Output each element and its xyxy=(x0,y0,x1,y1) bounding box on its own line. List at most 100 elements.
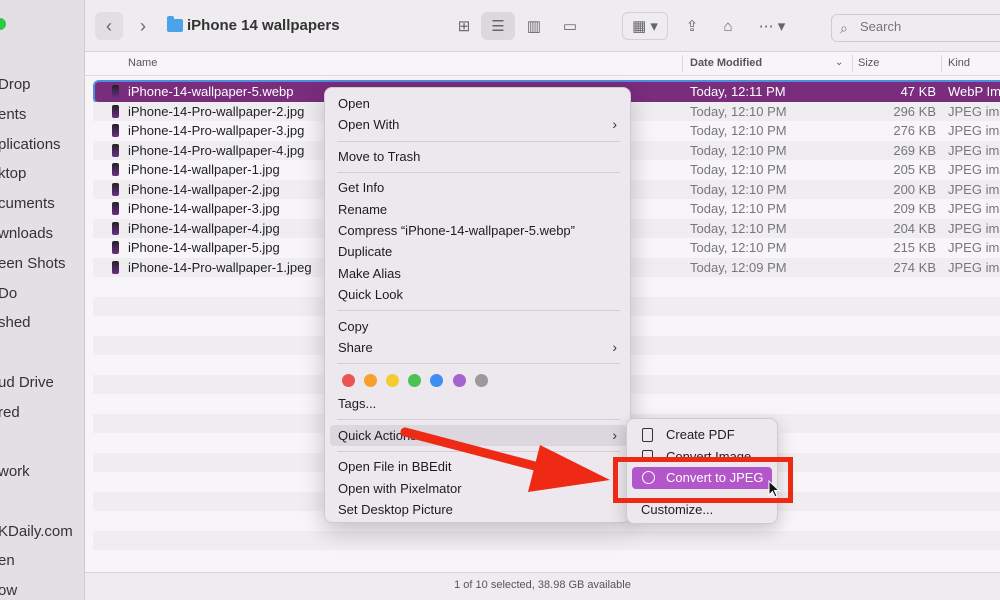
menu-item-set-desktop-picture[interactable]: Set Desktop Picture xyxy=(330,499,627,520)
icon-view-button[interactable]: ⊞ xyxy=(449,12,479,40)
column-header: Name Date Modified ⌄ Size Kind xyxy=(85,52,1000,76)
sidebar-item-documents[interactable]: cuments xyxy=(0,195,55,212)
file-kind: JPEG ima xyxy=(948,162,1000,177)
toolbar: ‹ › iPhone 14 wallpapers ⊞ ☰ ▥ ▭ ▦ ▾ ⇪ ⌂… xyxy=(85,0,1000,52)
column-date-modified[interactable]: Date Modified xyxy=(690,57,762,69)
file-date: Today, 12:10 PM xyxy=(690,123,787,138)
sidebar-item-airdrop[interactable]: Drop xyxy=(0,76,31,93)
menu-item-quick-look[interactable]: Quick Look xyxy=(330,284,627,305)
file-date: Today, 12:10 PM xyxy=(690,201,787,216)
sidebar-item-downloads[interactable]: wnloads xyxy=(0,225,53,242)
menu-separator xyxy=(337,172,620,173)
sidebar-item-icloud-drive[interactable]: ud Drive xyxy=(0,374,54,391)
action-button[interactable]: ⋯ ▾ xyxy=(749,12,795,40)
file-kind: WebP Im xyxy=(948,84,1000,99)
file-kind: JPEG ima xyxy=(948,240,1000,255)
file-thumbnail xyxy=(112,143,119,157)
tag-icon: ⌂ xyxy=(723,17,733,35)
share-button[interactable]: ⇪ xyxy=(677,12,707,40)
menu-item-label: Create PDF xyxy=(666,427,735,442)
tag-green[interactable] xyxy=(408,374,421,387)
file-size: 276 KB xyxy=(893,123,936,138)
menu-item-share[interactable]: Share › xyxy=(330,337,627,358)
menu-item-copy[interactable]: Copy xyxy=(330,316,627,337)
list-icon: ☰ xyxy=(491,18,505,35)
file-name: iPhone-14-Pro-wallpaper-4.jpg xyxy=(128,142,305,158)
file-size: 209 KB xyxy=(893,201,936,216)
sidebar-item-yellow[interactable]: ow xyxy=(0,582,17,599)
sidebar-item-desktop[interactable]: ktop xyxy=(0,165,26,182)
column-kind[interactable]: Kind xyxy=(948,57,970,69)
forward-button[interactable]: › xyxy=(129,12,157,40)
file-thumbnail xyxy=(112,182,119,196)
menu-item-rename[interactable]: Rename xyxy=(330,199,627,220)
column-divider[interactable] xyxy=(941,55,942,72)
file-name: iPhone-14-Pro-wallpaper-2.jpg xyxy=(128,103,305,119)
sidebar-item-recents[interactable]: ents xyxy=(0,106,26,123)
tag-red[interactable] xyxy=(342,374,355,387)
menu-item-compress[interactable]: Compress “iPhone-14-wallpaper-5.webp” xyxy=(330,220,627,241)
list-view-button[interactable]: ☰ xyxy=(481,12,515,40)
file-name: iPhone-14-wallpaper-5.jpg xyxy=(128,240,280,255)
file-thumbnail xyxy=(112,163,119,176)
file-thumbnail xyxy=(112,241,119,254)
file-date: Today, 12:10 PM xyxy=(690,220,787,236)
tag-yellow[interactable] xyxy=(386,374,399,387)
file-name: iPhone-14-Pro-wallpaper-1.jpeg xyxy=(128,259,312,275)
file-size: 215 KB xyxy=(893,240,936,255)
file-date: Today, 12:10 PM xyxy=(690,240,787,255)
sidebar-item-finished[interactable]: shed xyxy=(0,314,31,331)
tag-gray[interactable] xyxy=(475,374,488,387)
column-name[interactable]: Name xyxy=(128,57,157,69)
column-view-button[interactable]: ▥ xyxy=(519,12,549,40)
sidebar-item-network[interactable]: work xyxy=(0,463,30,480)
file-thumbnail xyxy=(112,85,119,98)
gallery-view-button[interactable]: ▭ xyxy=(555,12,585,40)
group-button[interactable]: ▦ ▾ xyxy=(622,12,668,40)
status-bar: 1 of 10 selected, 38.98 GB available xyxy=(85,572,1000,600)
menu-item-label: Open With xyxy=(338,117,400,132)
sidebar-item-applications[interactable]: plications xyxy=(0,136,61,153)
back-button[interactable]: ‹ xyxy=(95,12,123,40)
tag-orange[interactable] xyxy=(364,374,377,387)
file-kind: JPEG ima xyxy=(948,259,1000,275)
sidebar-item-osxdaily[interactable]: KDaily.com xyxy=(0,523,73,540)
menu-item-open[interactable]: Open xyxy=(330,93,627,114)
sidebar-item-todo[interactable]: Do xyxy=(0,285,17,302)
file-date: Today, 12:10 PM xyxy=(690,142,787,158)
chevron-left-icon: ‹ xyxy=(106,15,112,36)
sidebar-item-shared[interactable]: red xyxy=(0,404,20,421)
menu-item-open-with[interactable]: Open With › xyxy=(330,114,627,135)
menu-item-make-alias[interactable]: Make Alias xyxy=(330,263,627,284)
sidebar-item-green[interactable]: en xyxy=(0,552,15,569)
menu-item-create-pdf[interactable]: Create PDF xyxy=(632,424,772,446)
file-name: iPhone-14-Pro-wallpaper-3.jpg xyxy=(128,123,305,138)
menu-item-duplicate[interactable]: Duplicate xyxy=(330,241,627,262)
file-size: 204 KB xyxy=(893,220,936,236)
tag-purple[interactable] xyxy=(453,374,466,387)
search-field[interactable]: ⌕ xyxy=(831,14,1000,42)
file-date: Today, 12:10 PM xyxy=(690,103,787,119)
column-size[interactable]: Size xyxy=(858,57,879,69)
file-size: 205 KB xyxy=(893,162,936,177)
window-zoom-button[interactable] xyxy=(0,18,6,30)
tags-button[interactable]: ⌂ xyxy=(713,12,743,40)
search-input[interactable] xyxy=(860,19,1000,34)
document-icon xyxy=(642,428,653,442)
menu-separator xyxy=(337,310,620,311)
share-icon: ⇪ xyxy=(685,18,699,35)
highlight-box xyxy=(613,457,793,503)
columns-icon: ▥ xyxy=(526,18,542,35)
file-date: Today, 12:10 PM xyxy=(690,162,787,177)
sidebar-item-screen-shots[interactable]: een Shots xyxy=(0,255,66,272)
file-kind: JPEG ima xyxy=(948,181,1000,197)
tag-blue[interactable] xyxy=(430,374,443,387)
empty-row xyxy=(93,530,1000,550)
column-divider[interactable] xyxy=(852,55,853,72)
menu-item-move-to-trash[interactable]: Move to Trash xyxy=(330,146,627,167)
menu-item-get-info[interactable]: Get Info xyxy=(330,177,627,198)
menu-item-tags[interactable]: Tags... xyxy=(330,393,627,414)
column-divider[interactable] xyxy=(682,55,683,72)
chevron-right-icon: › xyxy=(140,15,146,36)
file-kind: JPEG ima xyxy=(948,103,1000,119)
